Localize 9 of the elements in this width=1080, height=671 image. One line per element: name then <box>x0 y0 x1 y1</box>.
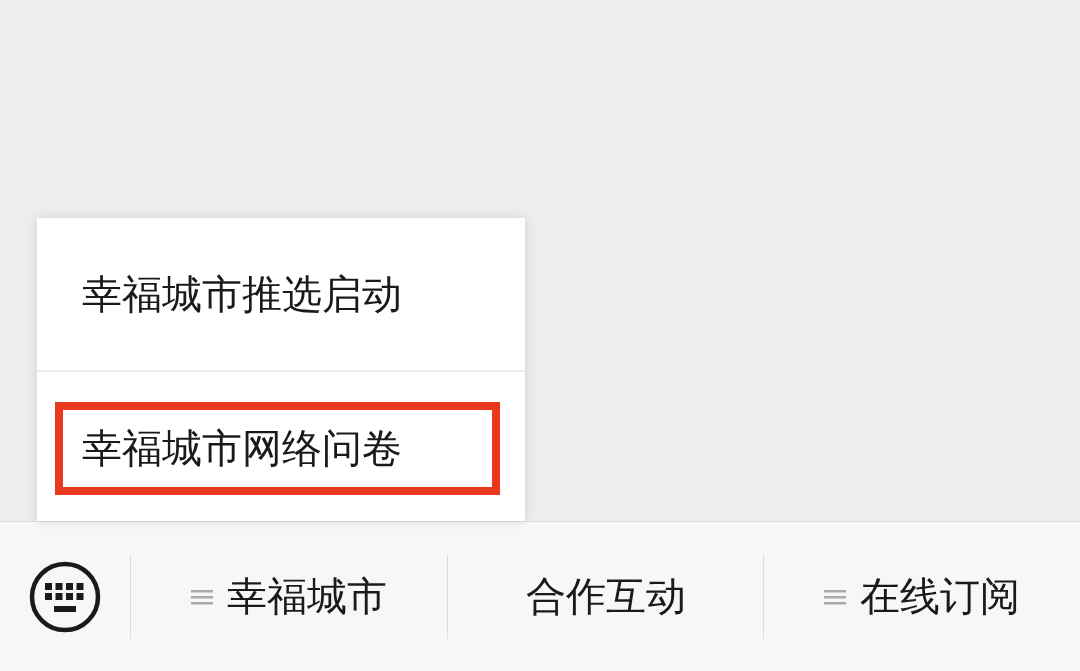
menu-tab-label: 幸福城市 <box>226 572 387 621</box>
menu-tab[interactable]: 在线订阅 <box>764 554 1080 639</box>
keyboard-icon[interactable] <box>29 560 101 633</box>
menu-tab-label: 在线订阅 <box>860 572 1021 621</box>
menu-tab[interactable]: 幸福城市 <box>131 554 448 639</box>
menu-item[interactable]: 幸福城市网络问卷 <box>55 402 500 495</box>
menu-item[interactable]: 幸福城市推选启动 <box>55 248 500 341</box>
menu-tab[interactable]: 合作互动 <box>447 554 765 639</box>
menu-tab-label: 合作互动 <box>525 572 686 621</box>
